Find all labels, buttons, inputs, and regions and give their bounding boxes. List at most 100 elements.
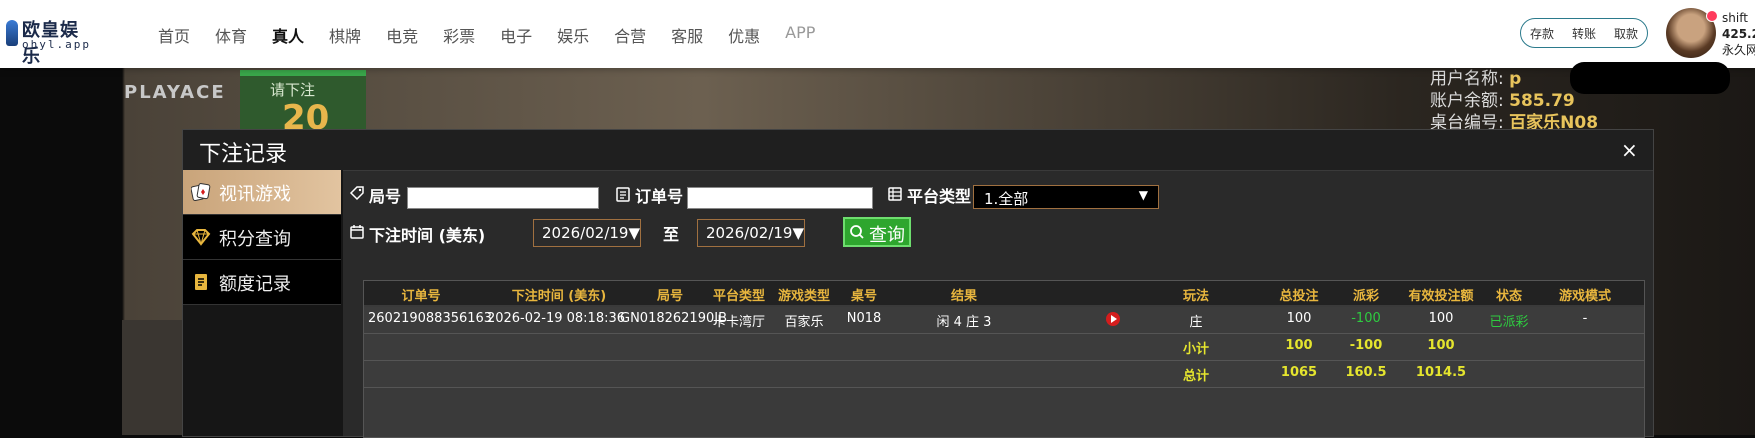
username: shift [1722, 11, 1748, 25]
nav-item-promotions[interactable]: 优惠 [728, 23, 760, 47]
cell-result: 闲 4 庄 3 [936, 315, 992, 330]
site-logo[interactable]: 欧皇娱乐 ohyl.app [6, 14, 91, 67]
deposit-button[interactable]: 存款 [1530, 25, 1554, 42]
cell-mode: - [1582, 311, 1588, 326]
date-from[interactable]: 2026/02/19▼ [533, 219, 641, 247]
col-mode: 游戏模式 [1558, 289, 1611, 304]
user-balance: 425.2 [1722, 27, 1755, 41]
diamond-icon [191, 229, 211, 246]
subtotal-valid: 100 [1427, 338, 1455, 353]
logo-icon [6, 20, 18, 46]
query-label: 查询 [869, 225, 905, 246]
nav-item-app[interactable]: APP [785, 23, 815, 47]
platform-select[interactable]: 1.全部 ▼ [973, 185, 1159, 209]
stat-value: 585.79 [1509, 91, 1575, 111]
col-valid: 有效投注额 [1408, 289, 1474, 304]
nav-item-live[interactable]: 真人 [272, 23, 304, 47]
nav-item-affiliate[interactable]: 合营 [614, 23, 646, 47]
modal-title: 下注记录 [199, 142, 288, 167]
col-table: 桌号 [850, 289, 877, 304]
total-payout: 160.5 [1345, 365, 1387, 380]
subtotal-bet: 100 [1285, 338, 1313, 353]
logo-url: ohyl.app [22, 38, 91, 51]
stat-row: 账户余额: 585.79 [1430, 90, 1598, 112]
sidebar-item-points[interactable]: 积分查询 [183, 215, 341, 260]
close-icon[interactable]: × [1621, 138, 1638, 162]
round-label: 局号 [369, 187, 402, 206]
bet-records-modal: 下注记录 × 视讯游戏 积分查询 额度记录 局号 订单号 平台类型 1.全部 ▼… [182, 129, 1654, 438]
col-bet: 总投注 [1279, 289, 1319, 304]
order-label: 订单号 [635, 187, 684, 206]
stat-value: p [1509, 69, 1522, 89]
provider-logo: PLAYACE [124, 82, 226, 103]
bet-prompt: 请下注 [270, 81, 316, 99]
receipt-icon [616, 187, 630, 202]
nav-item-lottery[interactable]: 彩票 [443, 23, 475, 47]
col-order: 订单号 [401, 289, 441, 304]
cell-time: 2026-02-19 08:18:36 [486, 311, 626, 326]
cell-valid: 100 [1428, 311, 1454, 326]
nav-item-chess[interactable]: 棋牌 [329, 23, 361, 47]
nav-item-home[interactable]: 首页 [158, 23, 190, 47]
col-result: 结果 [950, 289, 977, 304]
play-video-icon[interactable] [1106, 312, 1120, 326]
cell-game: 百家乐 [784, 315, 824, 330]
search-icon [850, 225, 864, 239]
list-icon [888, 187, 902, 201]
nav-item-entertainment[interactable]: 娱乐 [557, 23, 589, 47]
funds-buttons: 存款 转账 取款 [1520, 18, 1648, 48]
left-panel-edge [122, 320, 182, 435]
cell-platform: 卡卡湾厅 [712, 315, 765, 330]
document-icon [195, 274, 207, 290]
tag-icon [349, 186, 364, 201]
to-label: 至 [663, 225, 680, 244]
bet-time-label: 下注时间 (美东) [369, 226, 486, 245]
cell-payout: -100 [1351, 311, 1381, 326]
left-backdrop [0, 68, 122, 435]
sidebar-item-credit[interactable]: 额度记录 [183, 260, 341, 305]
sidebar-item-label: 额度记录 [219, 274, 291, 295]
col-platform: 平台类型 [712, 289, 765, 304]
modal-content: 局号 订单号 平台类型 1.全部 ▼ 下注时间 (美东) 2026/02/19▼… [343, 170, 1653, 438]
cell-bet: 100 [1286, 311, 1312, 326]
nav-item-support[interactable]: 客服 [671, 23, 703, 47]
col-status: 状态 [1495, 289, 1522, 304]
user-level: 永久网 [1722, 43, 1755, 57]
subtotal-row: 小计 100 -100 100 [364, 334, 1644, 361]
sidebar-item-label: 积分查询 [219, 229, 291, 250]
withdraw-button[interactable]: 取款 [1614, 25, 1638, 42]
sidebar-item-label: 视讯游戏 [219, 184, 291, 205]
platform-label: 平台类型 [907, 187, 972, 206]
cards-icon [191, 183, 211, 202]
col-play: 玩法 [1182, 289, 1209, 304]
cell-table: N018 [846, 311, 882, 326]
stat-label: 用户名称: [1430, 69, 1504, 89]
total-label: 总计 [1182, 369, 1209, 384]
calendar-icon [350, 225, 364, 239]
round-input[interactable] [407, 187, 599, 209]
query-button[interactable]: 查询 [843, 217, 911, 247]
order-input[interactable] [687, 187, 873, 209]
nav-item-slots[interactable]: 电子 [500, 23, 532, 47]
total-row: 总计 1065 160.5 1014.5 [364, 361, 1644, 388]
nav-item-sports[interactable]: 体育 [215, 23, 247, 47]
transfer-button[interactable]: 转账 [1572, 25, 1596, 42]
col-game: 游戏类型 [777, 289, 830, 304]
col-payout: 派彩 [1352, 289, 1379, 304]
subtotal-label: 小计 [1182, 342, 1209, 357]
top-navigation-bar: 欧皇娱乐 ohyl.app 首页 体育 真人 棋牌 电竞 彩票 电子 娱乐 合营… [0, 0, 1755, 68]
redaction-block [1570, 62, 1730, 94]
total-valid: 1014.5 [1415, 365, 1467, 380]
modal-sidebar: 视讯游戏 积分查询 额度记录 [183, 170, 343, 436]
table-header-row: 订单号 下注时间 (美东) 局号 平台类型 游戏类型 桌号 结果 玩法 总投注 … [364, 281, 1644, 305]
nav-item-esports[interactable]: 电竞 [386, 23, 418, 47]
date-to[interactable]: 2026/02/19▼ [697, 219, 805, 247]
table-row: 260219088356163 2026-02-19 08:18:36 GN01… [364, 307, 1644, 334]
total-bet: 1065 [1280, 365, 1318, 380]
sidebar-item-live-games[interactable]: 视讯游戏 [183, 170, 341, 215]
bet-records-table: 订单号 下注时间 (美东) 局号 平台类型 游戏类型 桌号 结果 玩法 总投注 … [363, 280, 1645, 438]
notification-dot [1706, 10, 1718, 22]
chevron-down-icon: ▼ [1138, 188, 1148, 202]
cell-order: 260219088356163 [368, 311, 493, 326]
stat-label: 账户余额: [1430, 91, 1504, 111]
